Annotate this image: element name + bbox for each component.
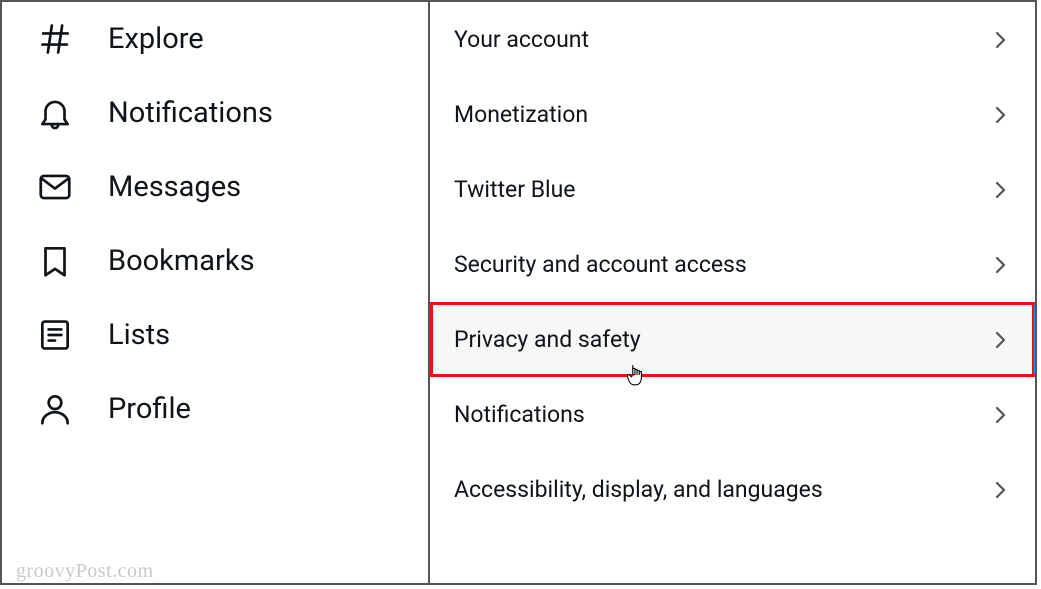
person-icon — [36, 390, 74, 428]
sidebar-item-label: Bookmarks — [108, 244, 255, 278]
settings-item-notifications[interactable]: Notifications — [430, 377, 1035, 452]
hashtag-icon — [36, 20, 74, 58]
settings-item-label: Security and account access — [454, 251, 747, 278]
chevron-right-icon — [987, 477, 1013, 503]
settings-item-privacy-safety[interactable]: Privacy and safety — [430, 302, 1035, 377]
settings-item-label: Privacy and safety — [454, 326, 641, 353]
chevron-right-icon — [987, 102, 1013, 128]
chevron-right-icon — [987, 177, 1013, 203]
sidebar-item-bookmarks[interactable]: Bookmarks — [2, 224, 428, 298]
chevron-right-icon — [987, 327, 1013, 353]
settings-item-security-account-access[interactable]: Security and account access — [430, 227, 1035, 302]
settings-item-monetization[interactable]: Monetization — [430, 77, 1035, 152]
settings-item-your-account[interactable]: Your account — [430, 2, 1035, 77]
settings-item-label: Twitter Blue — [454, 176, 576, 203]
settings-item-twitter-blue[interactable]: Twitter Blue — [430, 152, 1035, 227]
settings-item-accessibility-display-languages[interactable]: Accessibility, display, and languages — [430, 452, 1035, 527]
settings-item-label: Monetization — [454, 101, 588, 128]
sidebar-item-label: Lists — [108, 318, 170, 352]
sidebar-item-explore[interactable]: Explore — [2, 2, 428, 76]
chevron-right-icon — [987, 252, 1013, 278]
chevron-right-icon — [987, 402, 1013, 428]
bookmark-icon — [36, 242, 74, 280]
sidebar-item-notifications[interactable]: Notifications — [2, 76, 428, 150]
app-frame: Explore Notifications Messages Bookmarks — [0, 0, 1037, 585]
sidebar-item-label: Messages — [108, 170, 241, 204]
list-icon — [36, 316, 74, 354]
primary-nav-sidebar: Explore Notifications Messages Bookmarks — [2, 2, 430, 583]
sidebar-item-messages[interactable]: Messages — [2, 150, 428, 224]
chevron-right-icon — [987, 27, 1013, 53]
settings-item-label: Notifications — [454, 401, 585, 428]
settings-panel: Your account Monetization Twitter Blue S… — [430, 2, 1035, 583]
sidebar-item-label: Profile — [108, 392, 191, 426]
settings-item-label: Your account — [454, 26, 589, 53]
sidebar-item-lists[interactable]: Lists — [2, 298, 428, 372]
sidebar-item-label: Notifications — [108, 96, 273, 130]
sidebar-item-profile[interactable]: Profile — [2, 372, 428, 446]
bell-icon — [36, 94, 74, 132]
sidebar-item-label: Explore — [108, 22, 204, 56]
settings-item-label: Accessibility, display, and languages — [454, 476, 823, 503]
envelope-icon — [36, 168, 74, 206]
